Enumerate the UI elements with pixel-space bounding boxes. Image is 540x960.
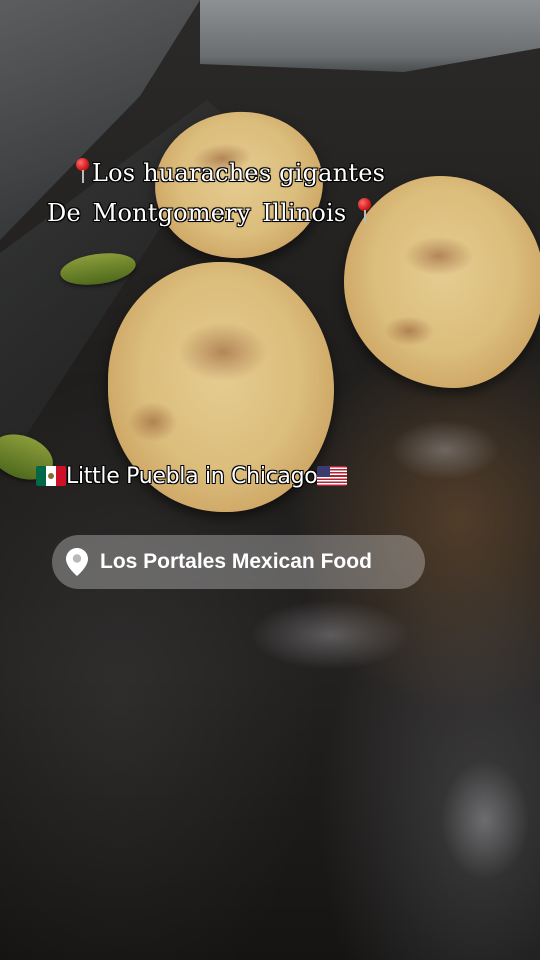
location-tag-label: Los Portales Mexican Food: [100, 550, 372, 573]
oil-sheen: [250, 600, 410, 670]
location-tag[interactable]: Los Portales Mexican Food: [52, 535, 425, 589]
oil-sheen: [440, 760, 530, 880]
mexico-flag-icon: [36, 466, 66, 486]
video-frame: Los huaraches gigantes De Montgomery Ill…: [0, 0, 540, 960]
oil-sheen: [390, 420, 500, 480]
title-line-2-text: De Montgomery Illinois: [46, 198, 347, 227]
subtitle: Little Puebla in Chicago: [36, 464, 348, 490]
title-line-2: De Montgomery Illinois: [0, 198, 540, 228]
round-pushpin-icon: [356, 198, 372, 224]
location-pin-icon: [66, 548, 88, 576]
round-pushpin-icon: [74, 158, 90, 184]
usa-flag-icon: [317, 466, 348, 486]
title-line-1-text: Los huaraches gigantes: [91, 158, 386, 187]
title-line-1: Los huaraches gigantes: [0, 158, 540, 188]
subtitle-text: Little Puebla in Chicago: [66, 464, 319, 490]
